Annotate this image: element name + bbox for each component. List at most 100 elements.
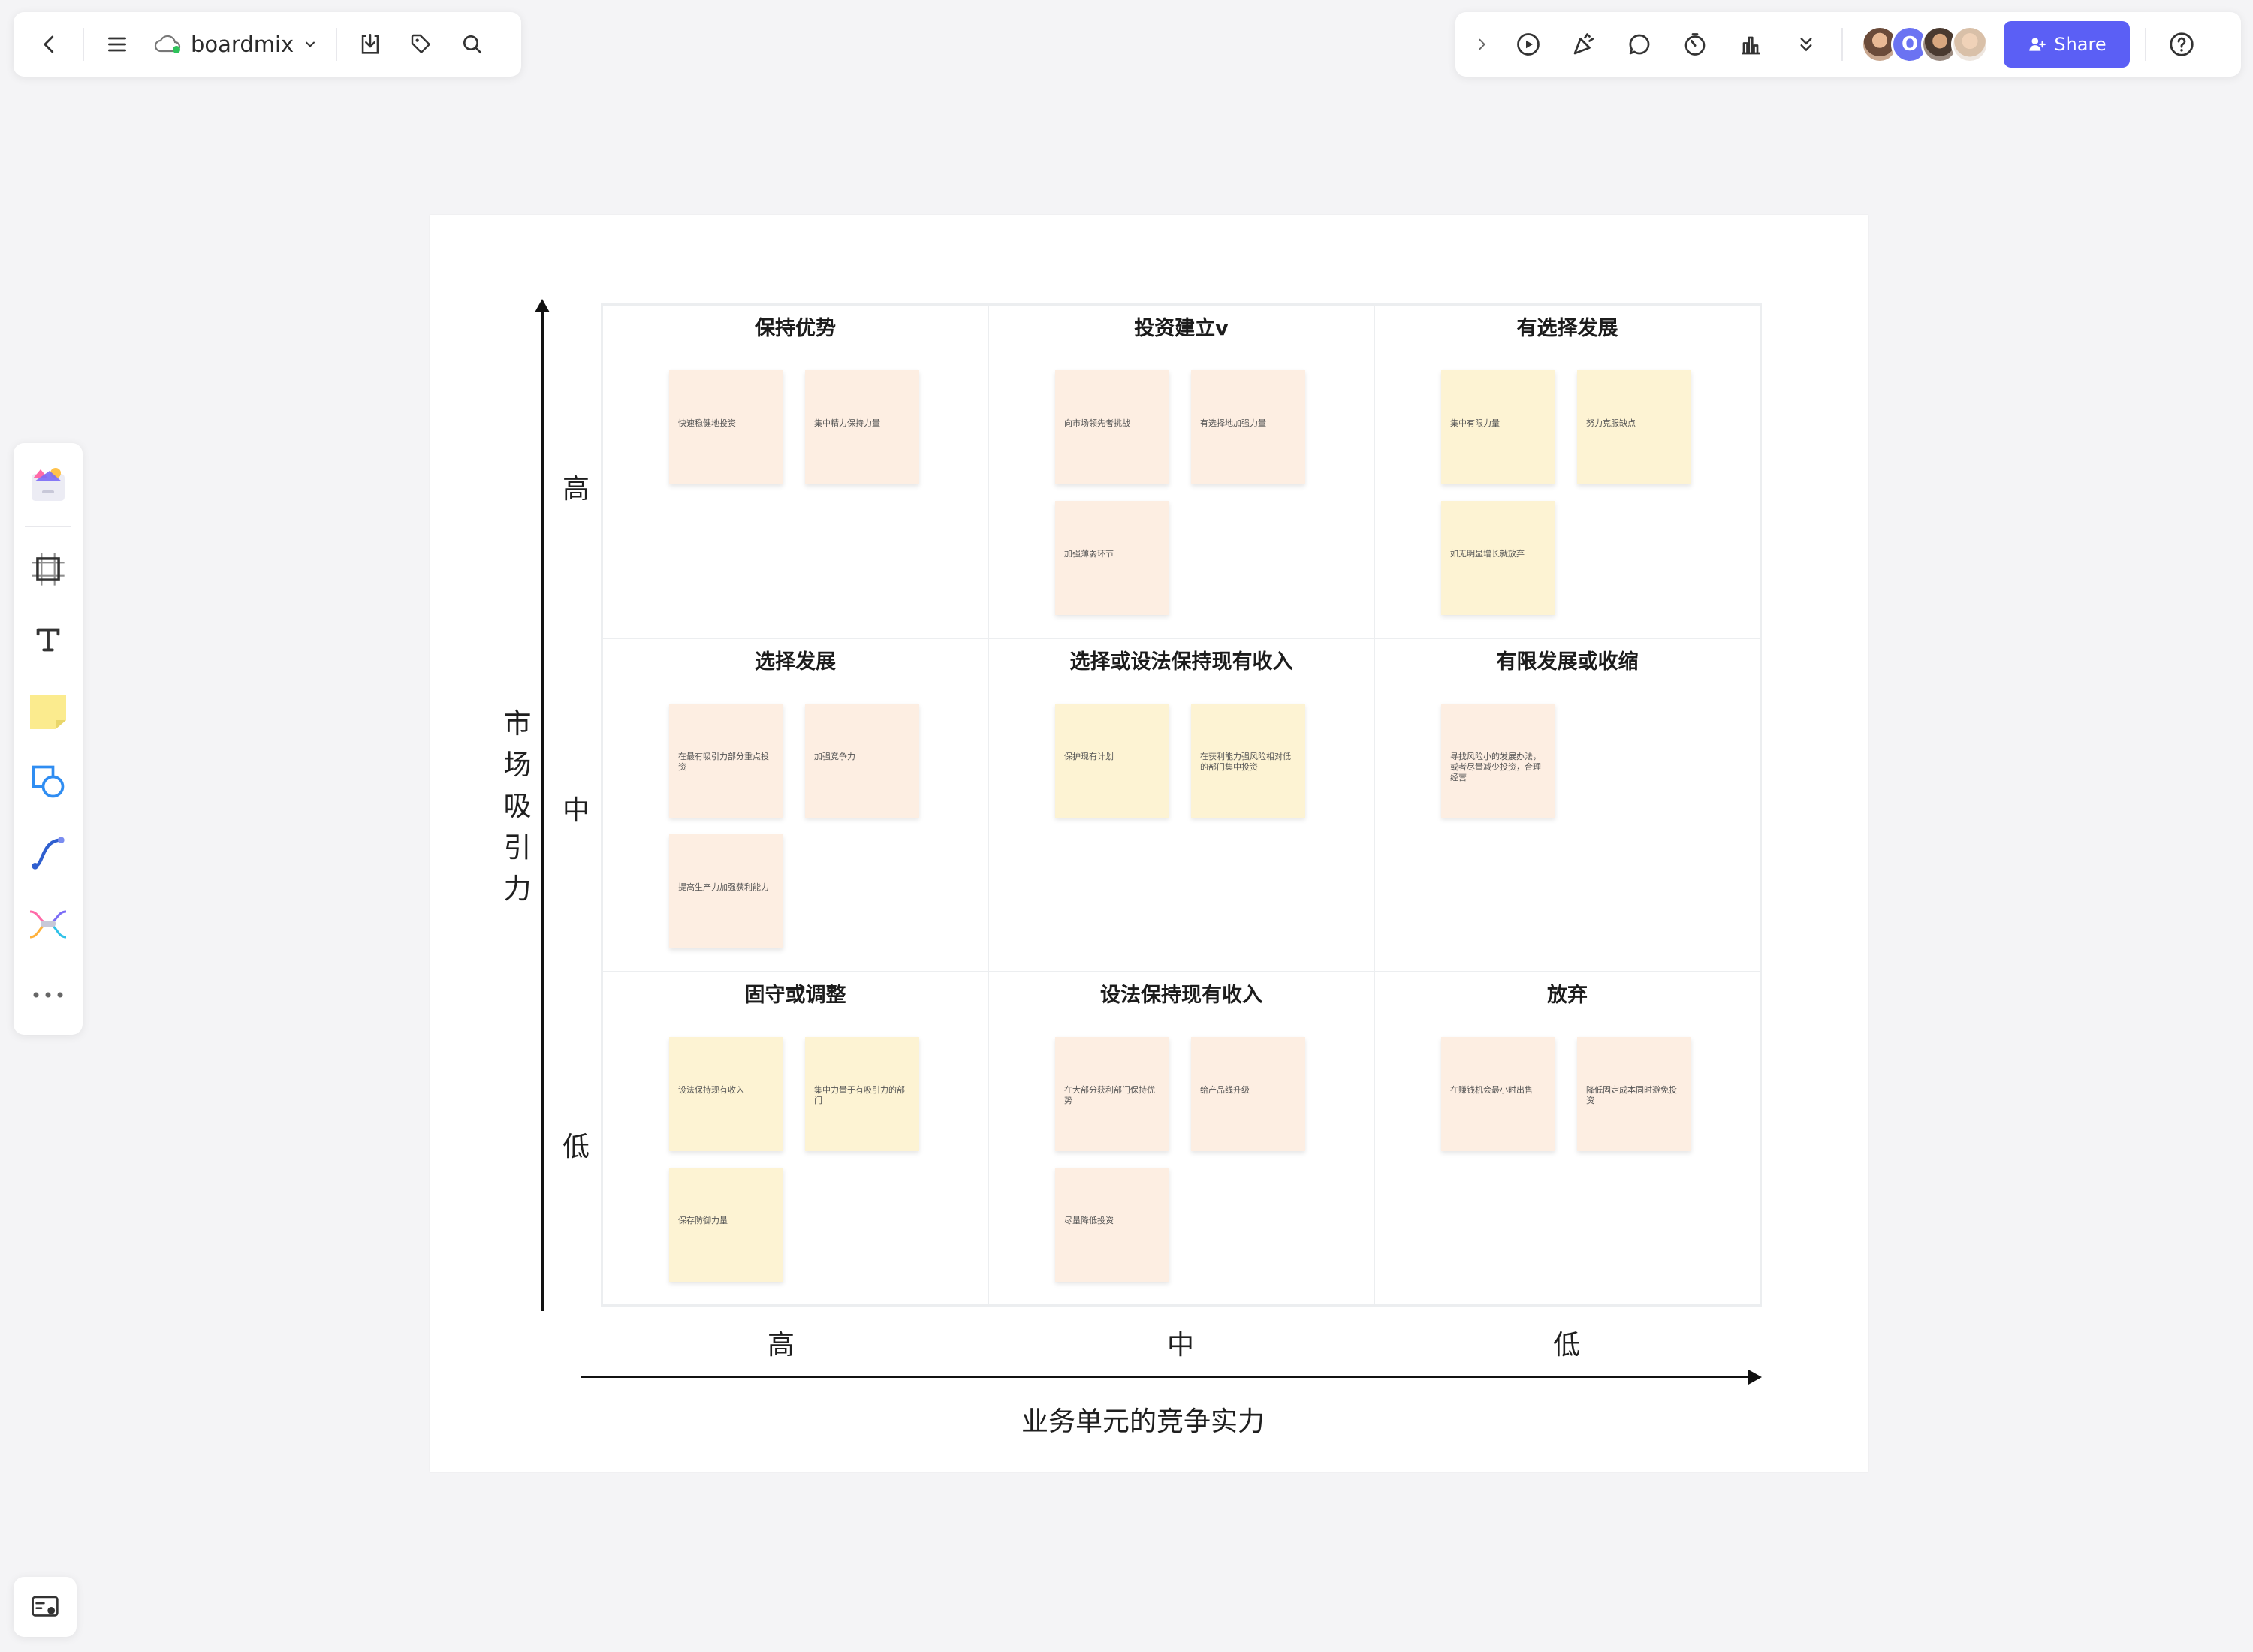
add-user-icon bbox=[2029, 38, 2046, 51]
note-group: 在大部分获利部门保持优势 给产品线升级 尽量降低投资 bbox=[1055, 1037, 1326, 1282]
top-left-toolbar: boardmix bbox=[14, 12, 521, 77]
comment-button[interactable] bbox=[1612, 19, 1667, 70]
sticky-note[interactable]: 快速稳健地投资 bbox=[669, 370, 783, 484]
menu-button[interactable] bbox=[92, 19, 143, 70]
sticky-note[interactable]: 在大部分获利部门保持优势 bbox=[1055, 1037, 1169, 1151]
y-tick-mid: 中 bbox=[562, 795, 590, 826]
more-tools[interactable] bbox=[20, 963, 77, 1026]
cell-title: 选择发展 bbox=[755, 650, 836, 674]
note-group: 快速稳健地投资 集中精力保持力量 bbox=[669, 370, 940, 484]
sticky-note[interactable]: 有选择地加强力量 bbox=[1191, 370, 1305, 484]
x-tick-low: 低 bbox=[1552, 1330, 1580, 1361]
collapse-toolbar-button[interactable] bbox=[1463, 19, 1500, 70]
download-button[interactable] bbox=[345, 19, 396, 70]
tag-icon bbox=[412, 34, 431, 53]
sticky-note-tool[interactable] bbox=[20, 680, 77, 742]
vote-button[interactable] bbox=[1723, 19, 1778, 70]
more-icon bbox=[33, 992, 63, 998]
sticky-note[interactable]: 加强薄弱环节 bbox=[1055, 501, 1169, 615]
sticky-note[interactable]: 降低固定成本同时避免投资 bbox=[1577, 1037, 1691, 1151]
note-group: 向市场领先者挑战 有选择地加强力量 加强薄弱环节 bbox=[1055, 370, 1326, 615]
y-tick-low: 低 bbox=[562, 1132, 590, 1162]
text-tool[interactable] bbox=[20, 609, 77, 671]
matrix-cell[interactable]: 固守或调整 设法保持现有收入 集中力量于有吸引力的部门 保存防御力量 bbox=[602, 972, 988, 1305]
x-axis-arrow bbox=[1748, 1370, 1762, 1385]
celebrate-icon bbox=[1573, 33, 1594, 55]
timer-button[interactable] bbox=[1667, 19, 1723, 70]
avatar-initial: O bbox=[1901, 33, 1919, 56]
cell-title: 保持优势 bbox=[755, 317, 836, 340]
sticky-note[interactable]: 在获利能力强风险相对低的部门集中投资 bbox=[1191, 704, 1305, 818]
present-button[interactable] bbox=[1500, 19, 1556, 70]
templates-button[interactable] bbox=[20, 454, 77, 516]
sticky-note[interactable]: 加强竞争力 bbox=[805, 704, 919, 818]
more-tools-button[interactable] bbox=[1778, 19, 1834, 70]
cloud-icon bbox=[154, 35, 181, 53]
matrix-cell[interactable]: 保持优势 快速稳健地投资 集中精力保持力量 bbox=[602, 305, 988, 638]
play-icon bbox=[1517, 33, 1540, 56]
sticky-note[interactable]: 保护现有计划 bbox=[1055, 704, 1169, 818]
back-button[interactable] bbox=[24, 19, 75, 70]
frame-tool[interactable] bbox=[20, 538, 77, 600]
x-tick-high: 高 bbox=[767, 1330, 795, 1361]
search-button[interactable] bbox=[447, 19, 498, 70]
sticky-note[interactable]: 提高生产力加强获利能力 bbox=[669, 834, 783, 948]
shape-icon bbox=[32, 765, 65, 798]
file-name-dropdown[interactable]: boardmix bbox=[143, 19, 328, 70]
sticky-note[interactable]: 给产品线升级 bbox=[1191, 1037, 1305, 1151]
cell-title: 有选择发展 bbox=[1516, 317, 1618, 340]
canvas-frame[interactable]: 市场吸引力 高 中 低 保持优势 快速稳健地投资 集中精力保持力量 投资建立v … bbox=[430, 215, 1868, 1472]
matrix-cell[interactable]: 选择发展 在最有吸引力部分重点投资 加强竞争力 提高生产力加强获利能力 bbox=[602, 638, 988, 972]
note-group: 设法保持现有收入 集中力量于有吸引力的部门 保存防御力量 bbox=[669, 1037, 940, 1282]
sticky-note-icon bbox=[30, 694, 66, 729]
avatar[interactable] bbox=[1951, 26, 1989, 63]
celebrate-button[interactable] bbox=[1556, 19, 1612, 70]
matrix-cell[interactable]: 投资建立v 向市场领先者挑战 有选择地加强力量 加强薄弱环节 bbox=[988, 305, 1374, 638]
sticky-note[interactable]: 努力克服缺点 bbox=[1577, 370, 1691, 484]
sticky-note[interactable]: 集中精力保持力量 bbox=[805, 370, 919, 484]
app-name: boardmix bbox=[191, 32, 294, 57]
text-icon bbox=[36, 628, 60, 652]
cell-title: 设法保持现有收入 bbox=[1100, 984, 1262, 1007]
x-axis-line bbox=[581, 1376, 1753, 1378]
divider bbox=[25, 526, 71, 528]
note-group: 保护现有计划 在获利能力强风险相对低的部门集中投资 bbox=[1055, 704, 1326, 818]
shape-tool[interactable] bbox=[20, 751, 77, 813]
y-tick-high: 高 bbox=[562, 474, 590, 505]
divider bbox=[1841, 28, 1843, 61]
sticky-note[interactable]: 集中有限力量 bbox=[1441, 370, 1555, 484]
top-right-toolbar: O Share bbox=[1455, 12, 2241, 77]
note-group: 寻找风险小的发展办法，或者尽量减少投资，合理经营 bbox=[1441, 704, 1712, 818]
sticky-note[interactable]: 向市场领先者挑战 bbox=[1055, 370, 1169, 484]
matrix-cell[interactable]: 设法保持现有收入 在大部分获利部门保持优势 给产品线升级 尽量降低投资 bbox=[988, 972, 1374, 1305]
help-button[interactable] bbox=[2154, 19, 2209, 70]
share-button[interactable]: Share bbox=[2004, 21, 2130, 68]
sticky-note[interactable]: 保存防御力量 bbox=[669, 1168, 783, 1282]
chevron-down-icon bbox=[306, 41, 315, 47]
back-icon bbox=[44, 35, 54, 53]
matrix-cell[interactable]: 选择或设法保持现有收入 保护现有计划 在获利能力强风险相对低的部门集中投资 bbox=[988, 638, 1374, 972]
sticky-note[interactable]: 如无明显增长就放弃 bbox=[1441, 501, 1555, 615]
search-icon bbox=[463, 35, 482, 53]
creation-toolbar bbox=[14, 443, 83, 1035]
sticky-note[interactable]: 在最有吸引力部分重点投资 bbox=[669, 704, 783, 818]
sticky-note[interactable]: 尽量降低投资 bbox=[1055, 1168, 1169, 1282]
x-tick-mid: 中 bbox=[1166, 1330, 1194, 1361]
mindmap-tool[interactable] bbox=[20, 893, 77, 955]
minimap-button[interactable] bbox=[14, 1577, 77, 1637]
matrix-cell[interactable]: 有选择发展 集中有限力量 努力克服缺点 如无明显增长就放弃 bbox=[1374, 305, 1760, 638]
sticky-note[interactable]: 设法保持现有收入 bbox=[669, 1037, 783, 1151]
comment-icon bbox=[1629, 34, 1650, 55]
sticky-note[interactable]: 集中力量于有吸引力的部门 bbox=[805, 1037, 919, 1151]
matrix-cell[interactable]: 有限发展或收缩 寻找风险小的发展办法，或者尽量减少投资，合理经营 bbox=[1374, 638, 1760, 972]
collapse-right-icon bbox=[1479, 38, 1485, 50]
matrix-cell[interactable]: 放弃 在赚钱机会最小时出售 降低固定成本同时避免投资 bbox=[1374, 972, 1760, 1305]
cell-title: 选择或设法保持现有收入 bbox=[1069, 650, 1293, 674]
divider bbox=[83, 28, 84, 61]
note-group: 在赚钱机会最小时出售 降低固定成本同时避免投资 bbox=[1441, 1037, 1712, 1151]
collaborator-avatars[interactable]: O bbox=[1861, 26, 1989, 63]
connector-tool[interactable] bbox=[20, 821, 77, 884]
sticky-note[interactable]: 寻找风险小的发展办法，或者尽量减少投资，合理经营 bbox=[1441, 704, 1555, 818]
sticky-note[interactable]: 在赚钱机会最小时出售 bbox=[1441, 1037, 1555, 1151]
tag-button[interactable] bbox=[396, 19, 447, 70]
